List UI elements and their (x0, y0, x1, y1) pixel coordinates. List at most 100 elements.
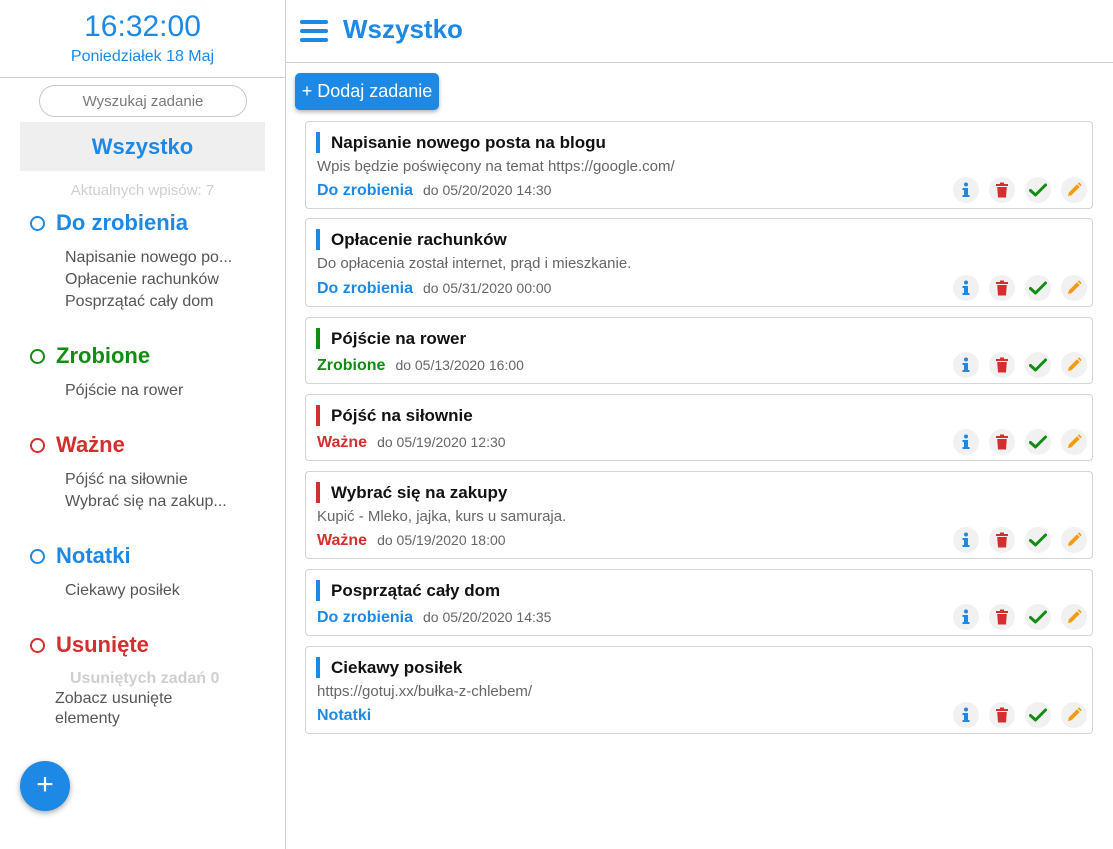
hamburger-icon[interactable] (300, 20, 328, 42)
info-button[interactable] (953, 527, 979, 553)
check-button[interactable] (1025, 275, 1051, 301)
info-icon (959, 182, 973, 198)
category-label: Do zrobienia (56, 210, 189, 235)
pencil-button[interactable] (1061, 702, 1087, 728)
trash-button[interactable] (989, 275, 1015, 301)
category-items-notes: Ciekawy posiłek (65, 580, 180, 602)
check-button[interactable] (1025, 352, 1051, 378)
add-task-fab[interactable]: + (20, 761, 70, 811)
circle-icon (30, 437, 45, 453)
app: 16:32:00 Poniedziałek 18 Maj Wszystko Ak… (0, 0, 1113, 849)
check-icon (1029, 435, 1047, 449)
trash-button[interactable] (989, 177, 1015, 203)
check-icon (1029, 708, 1047, 722)
pencil-icon (1066, 280, 1082, 296)
check-button[interactable] (1025, 604, 1051, 630)
pencil-icon (1066, 434, 1082, 450)
sidebar-item-all[interactable]: Wszystko (20, 122, 265, 171)
task-title: Pójście na rower (316, 328, 466, 349)
pencil-icon (1066, 357, 1082, 373)
trash-button[interactable] (989, 604, 1015, 630)
plus-icon: + (36, 768, 54, 801)
info-button[interactable] (953, 275, 979, 301)
task-actions (943, 527, 1087, 553)
task-due: do 05/20/2020 14:35 (423, 609, 552, 625)
list-item[interactable]: Napisanie nowego po... (65, 247, 232, 269)
info-button[interactable] (953, 604, 979, 630)
trash-button[interactable] (989, 429, 1015, 455)
task-title: Pójść na siłownie (316, 405, 473, 426)
sidebar-category-important[interactable]: Ważne (30, 431, 125, 459)
pencil-icon (1066, 182, 1082, 198)
pencil-button[interactable] (1061, 275, 1087, 301)
view-deleted-link[interactable]: Zobacz usunięte elementy (55, 689, 225, 729)
task-actions (943, 429, 1087, 455)
task-actions (943, 352, 1087, 378)
info-icon (959, 609, 973, 625)
list-item[interactable]: Ciekawy posiłek (65, 580, 180, 602)
task-title: Napisanie nowego posta na blogu (316, 132, 606, 153)
check-button[interactable] (1025, 429, 1051, 455)
sidebar: 16:32:00 Poniedziałek 18 Maj Wszystko Ak… (0, 0, 286, 849)
task-due: do 05/19/2020 18:00 (377, 532, 506, 548)
add-task-button[interactable]: + Dodaj zadanie (295, 73, 439, 110)
category-items-done: Pójście na rower (65, 380, 183, 402)
task-category: Notatki (317, 707, 372, 724)
info-icon (959, 532, 973, 548)
trash-button[interactable] (989, 527, 1015, 553)
task-due: do 05/13/2020 16:00 (395, 357, 524, 373)
check-icon (1029, 533, 1047, 547)
search-input[interactable] (39, 85, 247, 117)
pencil-button[interactable] (1061, 177, 1087, 203)
trash-icon (995, 182, 1009, 198)
list-item[interactable]: Pójście na rower (65, 380, 183, 402)
pencil-button[interactable] (1061, 429, 1087, 455)
list-item[interactable]: Pójść na siłownie (65, 469, 227, 491)
check-button[interactable] (1025, 177, 1051, 203)
check-icon (1029, 610, 1047, 624)
check-button[interactable] (1025, 527, 1051, 553)
trash-button[interactable] (989, 702, 1015, 728)
sidebar-category-todo[interactable]: Do zrobienia (30, 209, 188, 237)
pencil-button[interactable] (1061, 604, 1087, 630)
task-title: Opłacenie rachunków (316, 229, 507, 250)
active-count: Aktualnych wpisów: 7 (70, 182, 215, 199)
clock: 16:32:00 Poniedziałek 18 Maj (0, 0, 285, 78)
task-category: Zrobione (317, 357, 386, 374)
info-button[interactable] (953, 352, 979, 378)
pencil-icon (1066, 532, 1082, 548)
clock-date: Poniedziałek 18 Maj (70, 48, 215, 65)
trash-icon (995, 280, 1009, 296)
trash-icon (995, 532, 1009, 548)
pencil-button[interactable] (1061, 352, 1087, 378)
task-description: Do opłacenia został internet, prąd i mie… (317, 255, 632, 272)
list-item[interactable]: Posprzątać cały dom (65, 291, 232, 313)
info-button[interactable] (953, 702, 979, 728)
task-actions (943, 702, 1087, 728)
trash-icon (995, 434, 1009, 450)
circle-icon (30, 348, 45, 364)
pencil-icon (1066, 609, 1082, 625)
sidebar-category-done[interactable]: Zrobione (30, 342, 150, 370)
check-icon (1029, 183, 1047, 197)
task-title: Posprzątać cały dom (316, 580, 500, 601)
task-card: Napisanie nowego posta na blogu Wpis będ… (305, 121, 1093, 209)
task-card: Ciekawy posiłek https://gotuj.xx/bułka-z… (305, 646, 1093, 734)
task-title: Wybrać się na zakupy (316, 482, 507, 503)
info-button[interactable] (953, 177, 979, 203)
task-card: Pójść na siłownie Ważne do 05/19/2020 12:… (305, 394, 1093, 461)
list-item[interactable]: Opłacenie rachunków (65, 269, 232, 291)
task-description: Wpis będzie poświęcony na temat https://… (317, 158, 675, 175)
clock-time: 16:32:00 (84, 10, 201, 43)
sidebar-category-deleted[interactable]: Usunięte (30, 631, 149, 659)
list-item[interactable]: Wybrać się na zakup... (65, 491, 227, 513)
pencil-button[interactable] (1061, 527, 1087, 553)
info-button[interactable] (953, 429, 979, 455)
check-button[interactable] (1025, 702, 1051, 728)
task-category: Do zrobienia (317, 182, 414, 199)
sidebar-category-notes[interactable]: Notatki (30, 542, 131, 570)
circle-icon (30, 215, 45, 231)
header: Wszystko (286, 0, 1113, 63)
trash-button[interactable] (989, 352, 1015, 378)
task-card: Posprzątać cały dom Do zrobienia do 05/20… (305, 569, 1093, 636)
